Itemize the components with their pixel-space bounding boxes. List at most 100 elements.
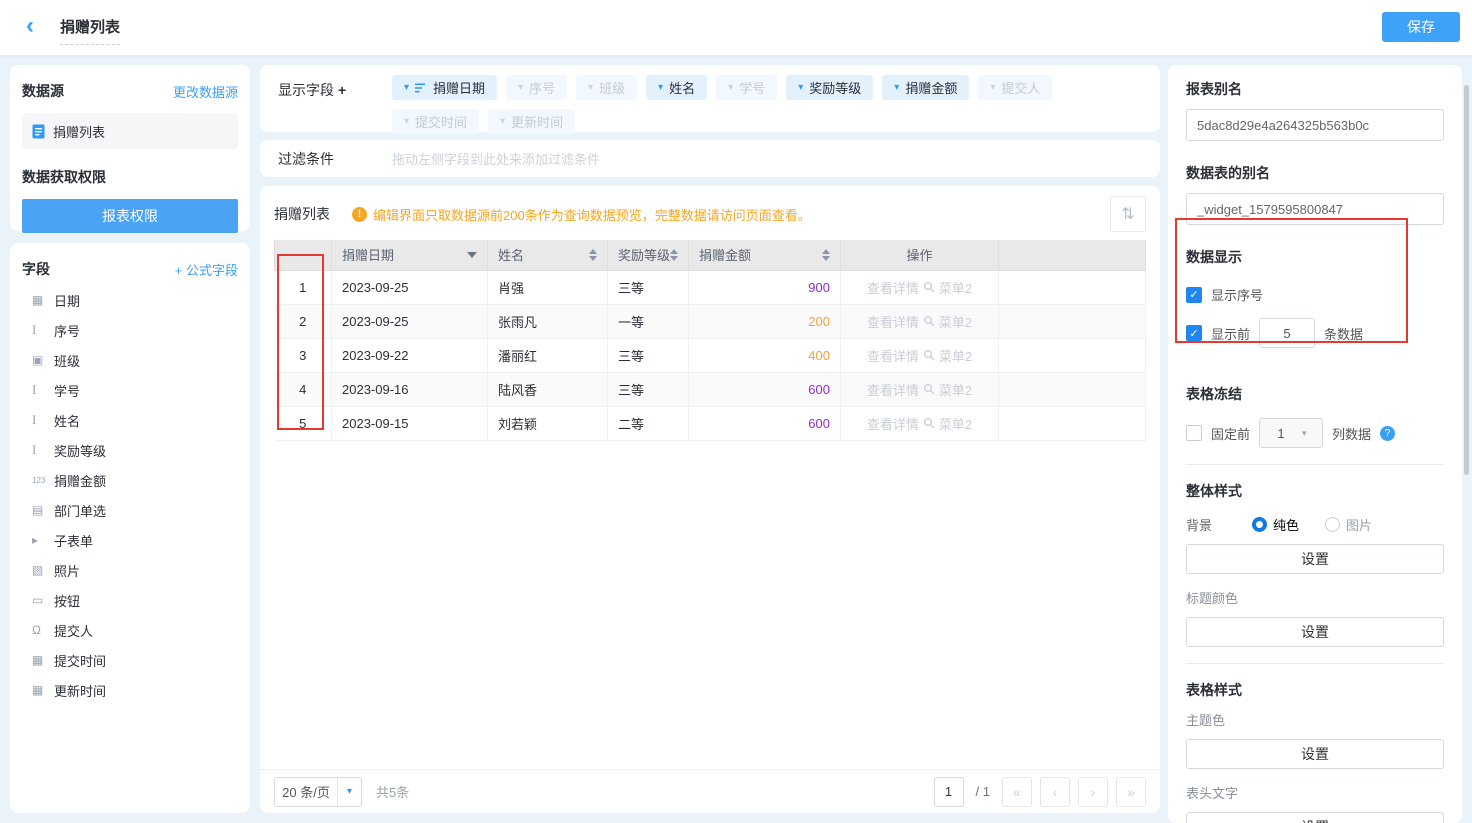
view-detail-link[interactable]: 查看详情 xyxy=(867,349,919,364)
menu2-link[interactable]: 菜单2 xyxy=(939,349,972,364)
page-number-input[interactable] xyxy=(934,777,964,807)
scrollbar-thumb[interactable] xyxy=(1464,85,1469,475)
chevron-down-icon[interactable]: ▾ xyxy=(798,83,803,93)
field-item-date[interactable]: ▦日期 xyxy=(22,285,238,315)
prev-page-button[interactable]: ‹ xyxy=(1040,777,1070,807)
view-detail-link[interactable]: 查看详情 xyxy=(867,383,919,398)
show-seq-checkbox[interactable]: ✓ xyxy=(1186,287,1202,303)
page-size-select[interactable]: 20 条/页 ▾ xyxy=(274,777,362,807)
text-icon: I xyxy=(32,382,54,398)
field-item-subform[interactable]: ▸子表单 xyxy=(22,525,238,555)
field-item-seq[interactable]: I序号 xyxy=(22,315,238,345)
field-item-submit-time[interactable]: ▦提交时间 xyxy=(22,645,238,675)
chip-update-time[interactable]: ▾更新时间 xyxy=(488,109,575,134)
title-color-set-button[interactable]: 设置 xyxy=(1186,617,1444,647)
field-item-department[interactable]: ▤部门单选 xyxy=(22,495,238,525)
chip-class[interactable]: ▾班级 xyxy=(576,75,637,100)
filter-dropzone[interactable]: 拖动左侧字段到此处来添加过滤条件 xyxy=(392,149,600,168)
next-page-button[interactable]: › xyxy=(1078,777,1108,807)
chip-submitter[interactable]: ▾提交人 xyxy=(978,75,1052,100)
chip-amount[interactable]: ▾捐赠金额 xyxy=(882,75,969,100)
chip-donation-date[interactable]: ▾捐赠日期 xyxy=(392,75,497,100)
subform-expand-icon[interactable]: ▸ xyxy=(32,533,54,547)
chip-studentno[interactable]: ▾学号 xyxy=(716,75,777,100)
datasource-item[interactable]: 捐赠列表 xyxy=(22,113,238,149)
chevron-down-icon[interactable]: ▾ xyxy=(518,83,523,93)
chevron-down-icon[interactable]: ▾ xyxy=(728,83,733,93)
field-item-photo[interactable]: ▧照片 xyxy=(22,555,238,585)
field-item-amount[interactable]: 123捐赠金额 xyxy=(22,465,238,495)
chevron-down-icon[interactable]: ▾ xyxy=(990,83,995,93)
view-detail-link[interactable]: 查看详情 xyxy=(867,315,919,330)
bg-image-option[interactable]: 图片 xyxy=(1325,515,1372,534)
view-detail-link[interactable]: 查看详情 xyxy=(867,281,919,296)
menu2-link[interactable]: 菜单2 xyxy=(939,383,972,398)
search-icon[interactable] xyxy=(923,349,935,361)
chip-submit-time[interactable]: ▾提交时间 xyxy=(392,109,479,134)
sort-icon[interactable] xyxy=(822,249,830,261)
search-icon[interactable] xyxy=(923,315,935,327)
table-row[interactable]: 1 2023-09-25 肖强 三等 900 查看详情菜单2 xyxy=(275,270,1146,304)
background-set-button[interactable]: 设置 xyxy=(1186,544,1444,574)
change-datasource-link[interactable]: 更改数据源 xyxy=(173,82,238,101)
menu2-link[interactable]: 菜单2 xyxy=(939,281,972,296)
sort-order-button[interactable]: ⇅ xyxy=(1110,196,1146,232)
chip-seq[interactable]: ▾序号 xyxy=(506,75,567,100)
chevron-down-icon[interactable]: ▾ xyxy=(404,117,409,127)
field-label: 姓名 xyxy=(54,411,80,430)
help-icon[interactable]: ? xyxy=(1380,426,1395,441)
field-item-name[interactable]: I姓名 xyxy=(22,405,238,435)
report-alias-input[interactable] xyxy=(1186,109,1444,141)
search-icon[interactable] xyxy=(923,281,935,293)
menu2-link[interactable]: 菜单2 xyxy=(939,417,972,432)
theme-color-label: 主题色 xyxy=(1186,710,1444,729)
chevron-down-icon[interactable]: ▾ xyxy=(500,117,505,127)
field-item-button[interactable]: ▭按钮 xyxy=(22,585,238,615)
freeze-checkbox[interactable] xyxy=(1186,425,1202,441)
sort-desc-icon[interactable] xyxy=(467,252,477,258)
table-row[interactable]: 3 2023-09-22 潘丽红 三等 400 查看详情菜单2 xyxy=(275,338,1146,372)
chevron-down-icon[interactable]: ▾ xyxy=(588,83,593,93)
chip-name[interactable]: ▾姓名 xyxy=(646,75,707,100)
chevron-down-icon[interactable]: ▾ xyxy=(894,83,899,93)
search-icon[interactable] xyxy=(923,417,935,429)
report-permission-button[interactable]: 报表权限 xyxy=(22,199,238,233)
sort-icon[interactable] xyxy=(670,249,678,261)
header-text-set-button[interactable]: 设置 xyxy=(1186,812,1444,823)
name-header[interactable]: 姓名 xyxy=(488,240,608,270)
show-first-checkbox[interactable]: ✓ xyxy=(1186,325,1202,341)
amount-header[interactable]: 捐赠金额 xyxy=(689,240,841,270)
field-item-submitter[interactable]: Ω提交人 xyxy=(22,615,238,645)
field-item-studentno[interactable]: I学号 xyxy=(22,375,238,405)
chip-grade[interactable]: ▾奖励等级 xyxy=(786,75,873,100)
first-page-button[interactable]: « xyxy=(1002,777,1032,807)
field-item-update-time[interactable]: ▦更新时间 xyxy=(22,675,238,705)
empty-cell xyxy=(999,270,1146,304)
field-item-grade[interactable]: I奖励等级 xyxy=(22,435,238,465)
table-alias-input[interactable] xyxy=(1186,193,1444,225)
chevron-down-icon[interactable]: ▾ xyxy=(404,83,409,93)
back-icon[interactable]: ‹ xyxy=(26,13,34,39)
table-row[interactable]: 2 2023-09-25 张雨凡 一等 200 查看详情菜单2 xyxy=(275,304,1146,338)
freeze-count-select[interactable]: 1 ▾ xyxy=(1259,418,1323,448)
save-button[interactable]: 保存 xyxy=(1382,12,1460,42)
radio-icon[interactable] xyxy=(1325,517,1340,532)
sort-icon[interactable] xyxy=(589,249,597,261)
last-page-button[interactable]: » xyxy=(1116,777,1146,807)
chevron-down-icon[interactable]: ▾ xyxy=(658,83,663,93)
show-first-count-input[interactable] xyxy=(1259,318,1315,348)
menu2-link[interactable]: 菜单2 xyxy=(939,315,972,330)
date-header[interactable]: 捐赠日期 xyxy=(332,240,488,270)
field-item-class[interactable]: ▣班级 xyxy=(22,345,238,375)
add-display-field-button[interactable]: + xyxy=(338,82,346,98)
table-row[interactable]: 5 2023-09-15 刘若颖 二等 600 查看详情菜单2 xyxy=(275,406,1146,440)
add-formula-field-link[interactable]: + 公式字段 xyxy=(175,260,238,279)
theme-color-set-button[interactable]: 设置 xyxy=(1186,739,1444,769)
table-row[interactable]: 4 2023-09-16 陆风香 三等 600 查看详情菜单2 xyxy=(275,372,1146,406)
grade-header[interactable]: 奖励等级 xyxy=(608,240,689,270)
view-detail-link[interactable]: 查看详情 xyxy=(867,417,919,432)
radio-selected-icon[interactable] xyxy=(1252,517,1267,532)
search-icon[interactable] xyxy=(923,383,935,395)
bg-solid-option[interactable]: 纯色 xyxy=(1252,515,1299,534)
page-title[interactable]: 捐赠列表 xyxy=(60,16,120,45)
